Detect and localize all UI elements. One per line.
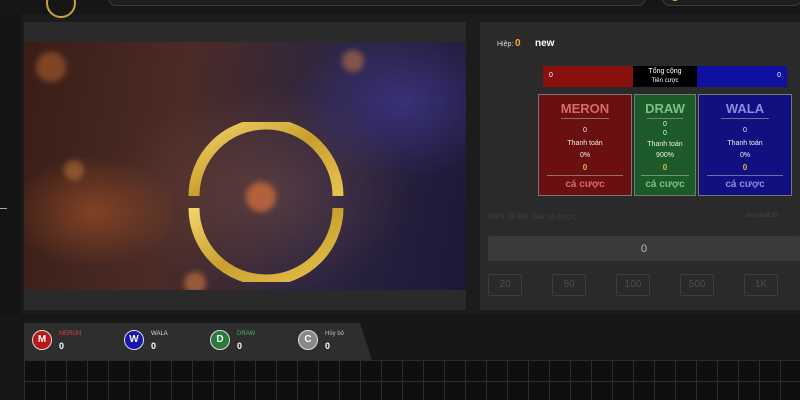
wala-total-value: 0	[777, 72, 781, 79]
divider	[647, 118, 683, 119]
sidebar-handle[interactable]	[0, 208, 7, 209]
wala-badge: W	[124, 330, 144, 350]
meron-bet-card[interactable]: MERON 0 Thanh toán 0% 0 cá cược	[538, 94, 632, 196]
meron-total-bar: 0	[543, 66, 633, 87]
divider	[561, 118, 609, 119]
draw-total: 0	[663, 121, 667, 128]
wala-total: 0	[743, 127, 747, 134]
cancel-score-label: Hủy bỏ	[325, 331, 345, 337]
draw-score-value: 0	[237, 341, 243, 351]
chip-100-button[interactable]: 100	[616, 274, 650, 296]
total-bets-bar: 0 Tổng cộng Tiền cược 0	[543, 66, 787, 87]
draw-payout-label: Thanh toán	[647, 141, 683, 148]
light-bokeh	[64, 160, 84, 180]
live-video-stream[interactable]	[24, 42, 466, 290]
meron-percent: 0%	[579, 152, 591, 159]
round-label: Hiệp:	[497, 41, 514, 48]
divider	[707, 175, 783, 176]
min-bet-hint: nhỏ nhất 20	[746, 213, 778, 219]
chip-20-button[interactable]: 20	[488, 274, 522, 296]
divider	[721, 118, 769, 119]
wala-amount: 0	[742, 163, 748, 172]
meron-score-label: MERON	[59, 331, 82, 337]
meron-amount: 0	[582, 163, 588, 172]
wala-payout-label: Thanh toán	[727, 140, 763, 147]
total-bets-label: Tổng cộng Tiền cược	[633, 66, 697, 87]
round-number: 0	[515, 38, 521, 49]
wala-bet-button[interactable]: cá cược	[699, 179, 791, 190]
draw-bet-card[interactable]: DRAW 0 0 Thanh toán 900% 0 cá cược	[634, 94, 696, 196]
meron-total: 0	[583, 127, 587, 134]
meron-bet-button[interactable]: cá cược	[539, 179, 631, 190]
chip-500-button[interactable]: 500	[680, 274, 714, 296]
wala-score-value: 0	[151, 341, 157, 351]
draw-amount: 0	[662, 163, 668, 172]
account-box[interactable]: ▲	[662, 0, 800, 6]
meron-total-value: 0	[549, 72, 553, 79]
round-status: new	[535, 38, 555, 49]
total-label-line2: Tiền cược	[651, 78, 679, 84]
divider	[641, 175, 689, 176]
draw-title: DRAW	[645, 101, 685, 116]
cancel-score-value: 0	[325, 341, 331, 351]
logo-icon[interactable]	[46, 0, 76, 18]
total-label-line1: Tổng cộng	[648, 68, 682, 75]
meron-badge: M	[32, 330, 52, 350]
loading-ring-logo	[188, 122, 344, 282]
top-search-bar[interactable]	[108, 0, 646, 6]
results-grid	[24, 360, 800, 400]
draw-percent: 900%	[656, 152, 674, 159]
wala-total-bar: 0	[697, 66, 787, 87]
user-icon: ▲	[671, 0, 679, 3]
meron-score-value: 0	[59, 341, 65, 351]
wala-score-label: WALA	[151, 331, 168, 337]
wala-bet-card[interactable]: WALA 0 Thanh toán 0% 0 cá cược	[698, 94, 792, 196]
draw-total-2: 0	[663, 130, 667, 137]
light-bokeh	[342, 50, 364, 72]
wala-title: WALA	[725, 101, 765, 116]
bet-hint: Bấm để bắt đầu cá cược	[488, 212, 576, 221]
wala-percent: 0%	[739, 152, 751, 159]
left-sidebar	[0, 14, 22, 314]
draw-badge: D	[210, 330, 230, 350]
chip-1k-button[interactable]: 1K	[744, 274, 778, 296]
draw-bet-button[interactable]: cá cược	[635, 179, 695, 190]
meron-title: MERON	[560, 101, 610, 116]
meron-payout-label: Thanh toán	[567, 140, 603, 147]
chip-50-button[interactable]: 50	[552, 274, 586, 296]
divider	[547, 175, 623, 176]
cancel-badge: C	[298, 330, 318, 350]
scoreboard-tab	[24, 323, 372, 360]
bet-amount-input[interactable]	[488, 236, 800, 261]
draw-score-label: DRAW	[237, 331, 256, 337]
light-bokeh	[36, 52, 66, 82]
